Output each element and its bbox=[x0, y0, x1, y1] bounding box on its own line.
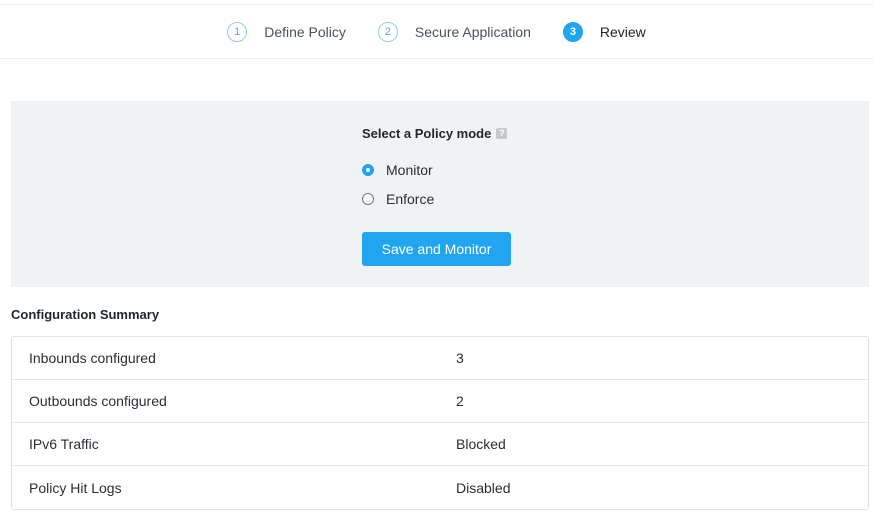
table-row: Inbounds configured 3 bbox=[12, 337, 868, 380]
row-label: Inbounds configured bbox=[29, 350, 156, 366]
row-value: 2 bbox=[456, 393, 464, 409]
radio-enforce[interactable]: Enforce bbox=[362, 191, 434, 207]
row-label: IPv6 Traffic bbox=[29, 436, 99, 452]
table-row: IPv6 Traffic Blocked bbox=[12, 423, 868, 466]
table-row: Policy Hit Logs Disabled bbox=[12, 466, 868, 509]
help-icon[interactable]: ? bbox=[496, 128, 508, 139]
table-row: Outbounds configured 2 bbox=[12, 380, 868, 423]
radio-enforce-label: Enforce bbox=[386, 191, 435, 207]
configuration-summary-title: Configuration Summary bbox=[11, 307, 160, 322]
step-label-secure-application: Secure Application bbox=[414, 23, 531, 40]
step-define-policy[interactable]: 1 Define Policy bbox=[227, 21, 346, 42]
wizard-stepper: 1 Define Policy 2 Secure Application 3 R… bbox=[0, 4, 873, 59]
policy-mode-title: Select a Policy mode ? bbox=[362, 126, 508, 141]
radio-enforce-indicator[interactable] bbox=[362, 193, 374, 205]
step-number-2: 2 bbox=[377, 21, 398, 42]
step-label-review: Review bbox=[599, 23, 646, 40]
row-value: 3 bbox=[456, 350, 464, 366]
radio-monitor[interactable]: Monitor bbox=[362, 162, 433, 178]
step-secure-application[interactable]: 2 Secure Application bbox=[377, 21, 531, 42]
configuration-summary-table: Inbounds configured 3 Outbounds configur… bbox=[11, 336, 869, 510]
policy-mode-panel: Select a Policy mode ? Monitor Enforce S… bbox=[11, 101, 869, 287]
step-label-define-policy: Define Policy bbox=[264, 23, 346, 40]
row-value: Blocked bbox=[456, 436, 506, 452]
policy-mode-title-text: Select a Policy mode bbox=[362, 126, 492, 141]
radio-monitor-label: Monitor bbox=[386, 162, 433, 178]
row-label: Policy Hit Logs bbox=[29, 479, 122, 496]
row-value: Disabled bbox=[456, 479, 511, 496]
step-review[interactable]: 3 Review bbox=[562, 21, 646, 42]
step-number-3: 3 bbox=[562, 21, 583, 42]
row-label: Outbounds configured bbox=[29, 393, 167, 409]
step-number-1: 1 bbox=[227, 21, 248, 42]
radio-monitor-indicator[interactable] bbox=[362, 164, 374, 176]
save-and-monitor-button[interactable]: Save and Monitor bbox=[362, 232, 511, 266]
